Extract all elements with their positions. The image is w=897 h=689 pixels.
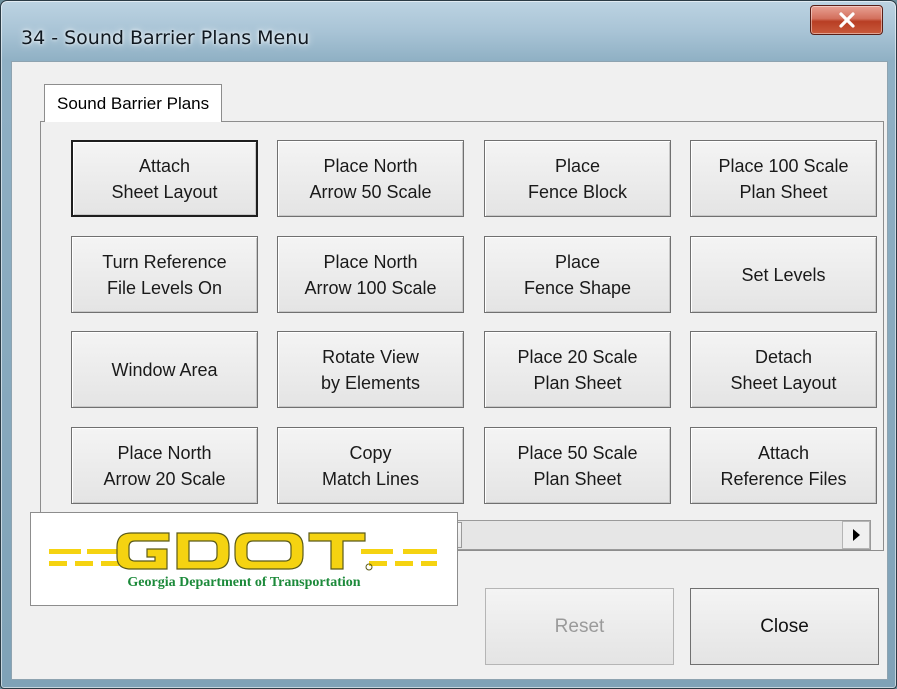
copy-match-lines-button[interactable]: Copy Match Lines bbox=[277, 427, 464, 504]
rotate-view-by-elements-button[interactable]: Rotate View by Elements bbox=[277, 331, 464, 408]
place-50-scale-plan-sheet-button[interactable]: Place 50 Scale Plan Sheet bbox=[484, 427, 671, 504]
gdot-logo-subtitle: Georgia Department of Transportation bbox=[127, 575, 361, 590]
detach-sheet-layout-button[interactable]: Detach Sheet Layout bbox=[690, 331, 877, 408]
scroll-right-button[interactable] bbox=[842, 521, 870, 549]
window-close-button[interactable] bbox=[810, 5, 883, 35]
gdot-logo-graphic bbox=[49, 532, 437, 571]
tab-panel: Attach Sheet Layout Place North Arrow 50… bbox=[40, 121, 884, 551]
tab-sound-barrier-plans[interactable]: Sound Barrier Plans bbox=[44, 84, 223, 122]
turn-reference-file-levels-on-button[interactable]: Turn Reference File Levels On bbox=[71, 236, 258, 313]
place-north-arrow-100-scale-button[interactable]: Place North Arrow 100 Scale bbox=[277, 236, 464, 313]
place-100-scale-plan-sheet-button[interactable]: Place 100 Scale Plan Sheet bbox=[690, 140, 877, 217]
attach-reference-files-button[interactable]: Attach Reference Files bbox=[690, 427, 877, 504]
set-levels-button[interactable]: Set Levels bbox=[690, 236, 877, 313]
close-icon bbox=[839, 12, 855, 28]
close-button[interactable]: Close bbox=[690, 588, 879, 665]
right-arrow-icon bbox=[853, 529, 860, 541]
window-area-button[interactable]: Window Area bbox=[71, 331, 258, 408]
gdot-logo: Georgia Department of Transportation bbox=[30, 512, 458, 606]
reset-button[interactable]: Reset bbox=[485, 588, 674, 665]
place-20-scale-plan-sheet-button[interactable]: Place 20 Scale Plan Sheet bbox=[484, 331, 671, 408]
window-title: 34 - Sound Barrier Plans Menu bbox=[21, 27, 310, 49]
dialog-window: 34 - Sound Barrier Plans Menu Sound Barr… bbox=[0, 0, 897, 689]
attach-sheet-layout-button[interactable]: Attach Sheet Layout bbox=[71, 140, 258, 217]
place-north-arrow-20-scale-button[interactable]: Place North Arrow 20 Scale bbox=[71, 427, 258, 504]
place-fence-shape-button[interactable]: Place Fence Shape bbox=[484, 236, 671, 313]
place-north-arrow-50-scale-button[interactable]: Place North Arrow 50 Scale bbox=[277, 140, 464, 217]
place-fence-block-button[interactable]: Place Fence Block bbox=[484, 140, 671, 217]
